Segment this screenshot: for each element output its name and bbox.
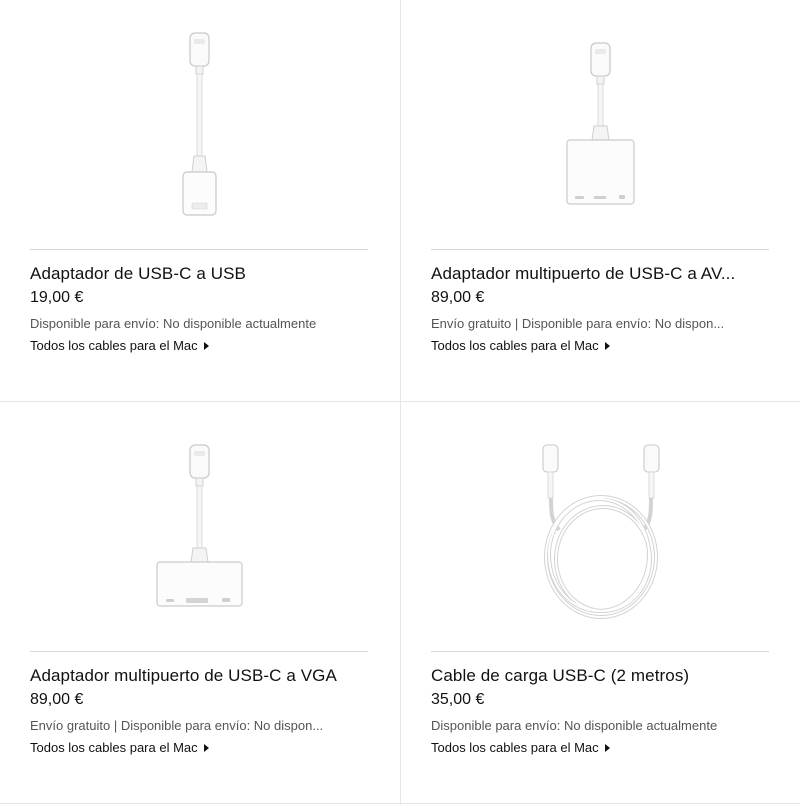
product-tile-usb-c-to-usb[interactable]: Adaptador de USB-C a USB 19,00 € Disponi… xyxy=(0,0,400,401)
caret-right-icon xyxy=(604,341,610,350)
availability-text: Envío gratuito | Disponible para envío: … xyxy=(30,718,324,733)
availability-text: Envío gratuito | Disponible para envío: … xyxy=(431,316,725,331)
separator xyxy=(30,651,368,652)
availability-text: Disponible para envío: No disponible act… xyxy=(30,316,317,331)
link-label: Todos los cables para el Mac xyxy=(431,338,599,353)
separator xyxy=(431,651,769,652)
product-tile-usb-c-av-multiport[interactable]: Adaptador multipuerto de USB-C a AV... 8… xyxy=(401,0,800,401)
product-title[interactable]: Adaptador multipuerto de USB-C a AV... xyxy=(431,264,776,284)
product-tile-usb-c-vga-multiport[interactable]: Adaptador multipuerto de USB-C a VGA 89,… xyxy=(0,402,400,803)
caret-right-icon xyxy=(203,341,209,350)
link-label: Todos los cables para el Mac xyxy=(30,338,198,353)
grid-divider-bottom xyxy=(0,803,800,804)
separator xyxy=(431,249,769,250)
product-price: 35,00 € xyxy=(431,691,485,708)
all-mac-cables-link[interactable]: Todos los cables para el Mac xyxy=(431,740,610,755)
usb-c-charge-cable-icon[interactable] xyxy=(401,402,800,650)
usb-c-to-usb-adapter-icon[interactable] xyxy=(0,0,400,248)
product-grid: Adaptador de USB-C a USB 19,00 € Disponi… xyxy=(0,0,800,805)
link-label: Todos los cables para el Mac xyxy=(431,740,599,755)
availability-text: Disponible para envío: No disponible act… xyxy=(431,718,718,733)
usb-c-digital-av-multiport-adapter-icon[interactable] xyxy=(401,0,800,248)
product-price: 89,00 € xyxy=(431,289,485,306)
product-title[interactable]: Adaptador de USB-C a USB xyxy=(30,264,375,284)
link-label: Todos los cables para el Mac xyxy=(30,740,198,755)
all-mac-cables-link[interactable]: Todos los cables para el Mac xyxy=(30,740,209,755)
all-mac-cables-link[interactable]: Todos los cables para el Mac xyxy=(30,338,209,353)
usb-c-vga-multiport-adapter-icon[interactable] xyxy=(0,402,400,650)
caret-right-icon xyxy=(203,743,209,752)
product-title[interactable]: Cable de carga USB-C (2 metros) xyxy=(431,666,776,686)
product-title[interactable]: Adaptador multipuerto de USB-C a VGA xyxy=(30,666,375,686)
separator xyxy=(30,249,368,250)
caret-right-icon xyxy=(604,743,610,752)
product-price: 19,00 € xyxy=(30,289,84,306)
product-price: 89,00 € xyxy=(30,691,84,708)
all-mac-cables-link[interactable]: Todos los cables para el Mac xyxy=(431,338,610,353)
product-tile-usb-c-charge-cable[interactable]: Cable de carga USB-C (2 metros) 35,00 € … xyxy=(401,402,800,803)
